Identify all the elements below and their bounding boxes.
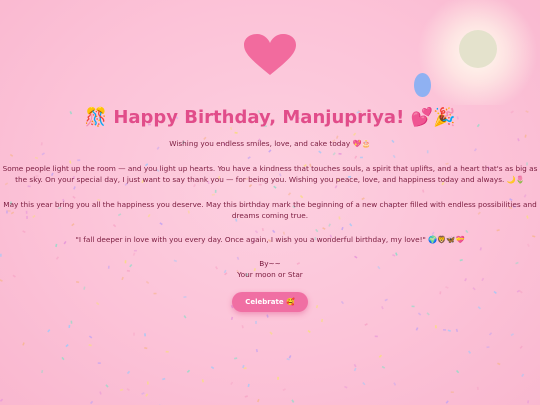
confetti-piece [417, 312, 422, 316]
confetti-piece [186, 369, 191, 373]
confetti-piece [450, 391, 454, 393]
confetti-piece [456, 369, 460, 374]
confetti-piece [476, 386, 479, 390]
heart-icon [244, 34, 296, 75]
confetti-piece [442, 328, 447, 331]
confetti-piece [521, 373, 525, 377]
confetti-piece [374, 335, 378, 338]
confetti-piece [434, 325, 437, 329]
confetti-piece [47, 329, 51, 333]
confetti-piece [210, 366, 215, 370]
confetti-piece [88, 343, 92, 347]
confetti-piece [126, 387, 130, 392]
signature: Your moon or Star [237, 270, 303, 279]
confetti-piece [165, 350, 169, 353]
confetti-piece [445, 400, 449, 404]
confetti-piece [144, 333, 146, 337]
confetti-piece [65, 344, 69, 348]
confetti-piece [97, 362, 101, 364]
confetti-piece [344, 385, 348, 389]
confetti-piece [266, 314, 269, 318]
confetti-piece [126, 370, 131, 375]
confetti-piece [201, 379, 204, 383]
confetti-piece [364, 323, 368, 326]
confetti-piece [497, 362, 501, 366]
confetti-piece [89, 400, 94, 405]
message-paragraph-2: May this year bring you all the happines… [3, 200, 537, 220]
confetti-piece [145, 393, 149, 397]
love-quote: "I fall deeper in love with you every da… [75, 235, 465, 244]
confetti-piece [426, 312, 430, 316]
confetti-piece [415, 327, 419, 331]
confetti-piece [234, 357, 238, 360]
confetti-piece [41, 369, 44, 374]
confetti-piece [144, 347, 148, 350]
confetti-piece [277, 376, 279, 380]
party-popper-icon: 🎊 [84, 107, 108, 128]
confetti-piece [269, 331, 273, 335]
message-paragraph-1: Some people light up the room — and you … [2, 164, 538, 184]
signoff: By~~ [259, 259, 281, 268]
confetti-piece [519, 345, 523, 349]
confetti-piece [230, 381, 234, 385]
confetti-piece [282, 388, 286, 391]
celebrate-button[interactable]: Celebrate 🥰 [232, 292, 308, 312]
confetti-piece [455, 328, 459, 333]
confetti-piece [70, 320, 73, 324]
subtitle: Wishing you endless smiles, love, and ca… [169, 139, 371, 148]
confetti-piece [183, 315, 187, 319]
confetti-piece [141, 392, 145, 395]
confetti-piece [320, 318, 324, 323]
confetti-piece [133, 332, 135, 336]
confetti-piece [527, 400, 530, 404]
confetti-piece [378, 354, 383, 358]
confetti-piece [230, 316, 234, 321]
confetti-piece [241, 325, 244, 329]
confetti-piece [255, 320, 257, 324]
confetti-piece [146, 381, 149, 385]
confetti-piece [119, 388, 124, 392]
confetti-piece [0, 398, 4, 402]
confetti-piece [381, 365, 386, 369]
confetti-piece [88, 335, 93, 339]
confetti-piece [291, 399, 295, 403]
confetti-piece [247, 383, 250, 388]
confetti-piece [353, 367, 357, 372]
confetti-piece [68, 324, 71, 329]
confetti-piece [286, 358, 290, 361]
confetti-piece [488, 332, 493, 336]
confetti-piece [22, 342, 25, 346]
confetti-piece [288, 355, 292, 359]
confetti-piece [362, 382, 366, 386]
title-text: Happy Birthday, Manjupriya! [113, 107, 405, 128]
confetti-piece [393, 382, 397, 386]
birthday-card: 🎊 Happy Birthday, Manjupriya! 💕🎉 Wishing… [0, 104, 540, 312]
confetti-piece [447, 329, 451, 332]
confetti-piece [61, 356, 65, 361]
confetti-piece [99, 391, 102, 395]
confetti-piece [486, 346, 490, 349]
hearts-party-icon: 💕🎉 [410, 107, 456, 128]
confetti-piece [162, 377, 166, 381]
confetti-piece [244, 395, 248, 398]
confetti-piece [307, 329, 311, 334]
confetti-piece [105, 384, 109, 388]
confetti-piece [255, 348, 259, 353]
confetti-piece [353, 363, 357, 368]
confetti-piece [510, 333, 514, 337]
page-title: 🎊 Happy Birthday, Manjupriya! 💕🎉 [0, 104, 540, 132]
confetti-piece [467, 350, 472, 354]
confetti-piece [257, 398, 260, 403]
